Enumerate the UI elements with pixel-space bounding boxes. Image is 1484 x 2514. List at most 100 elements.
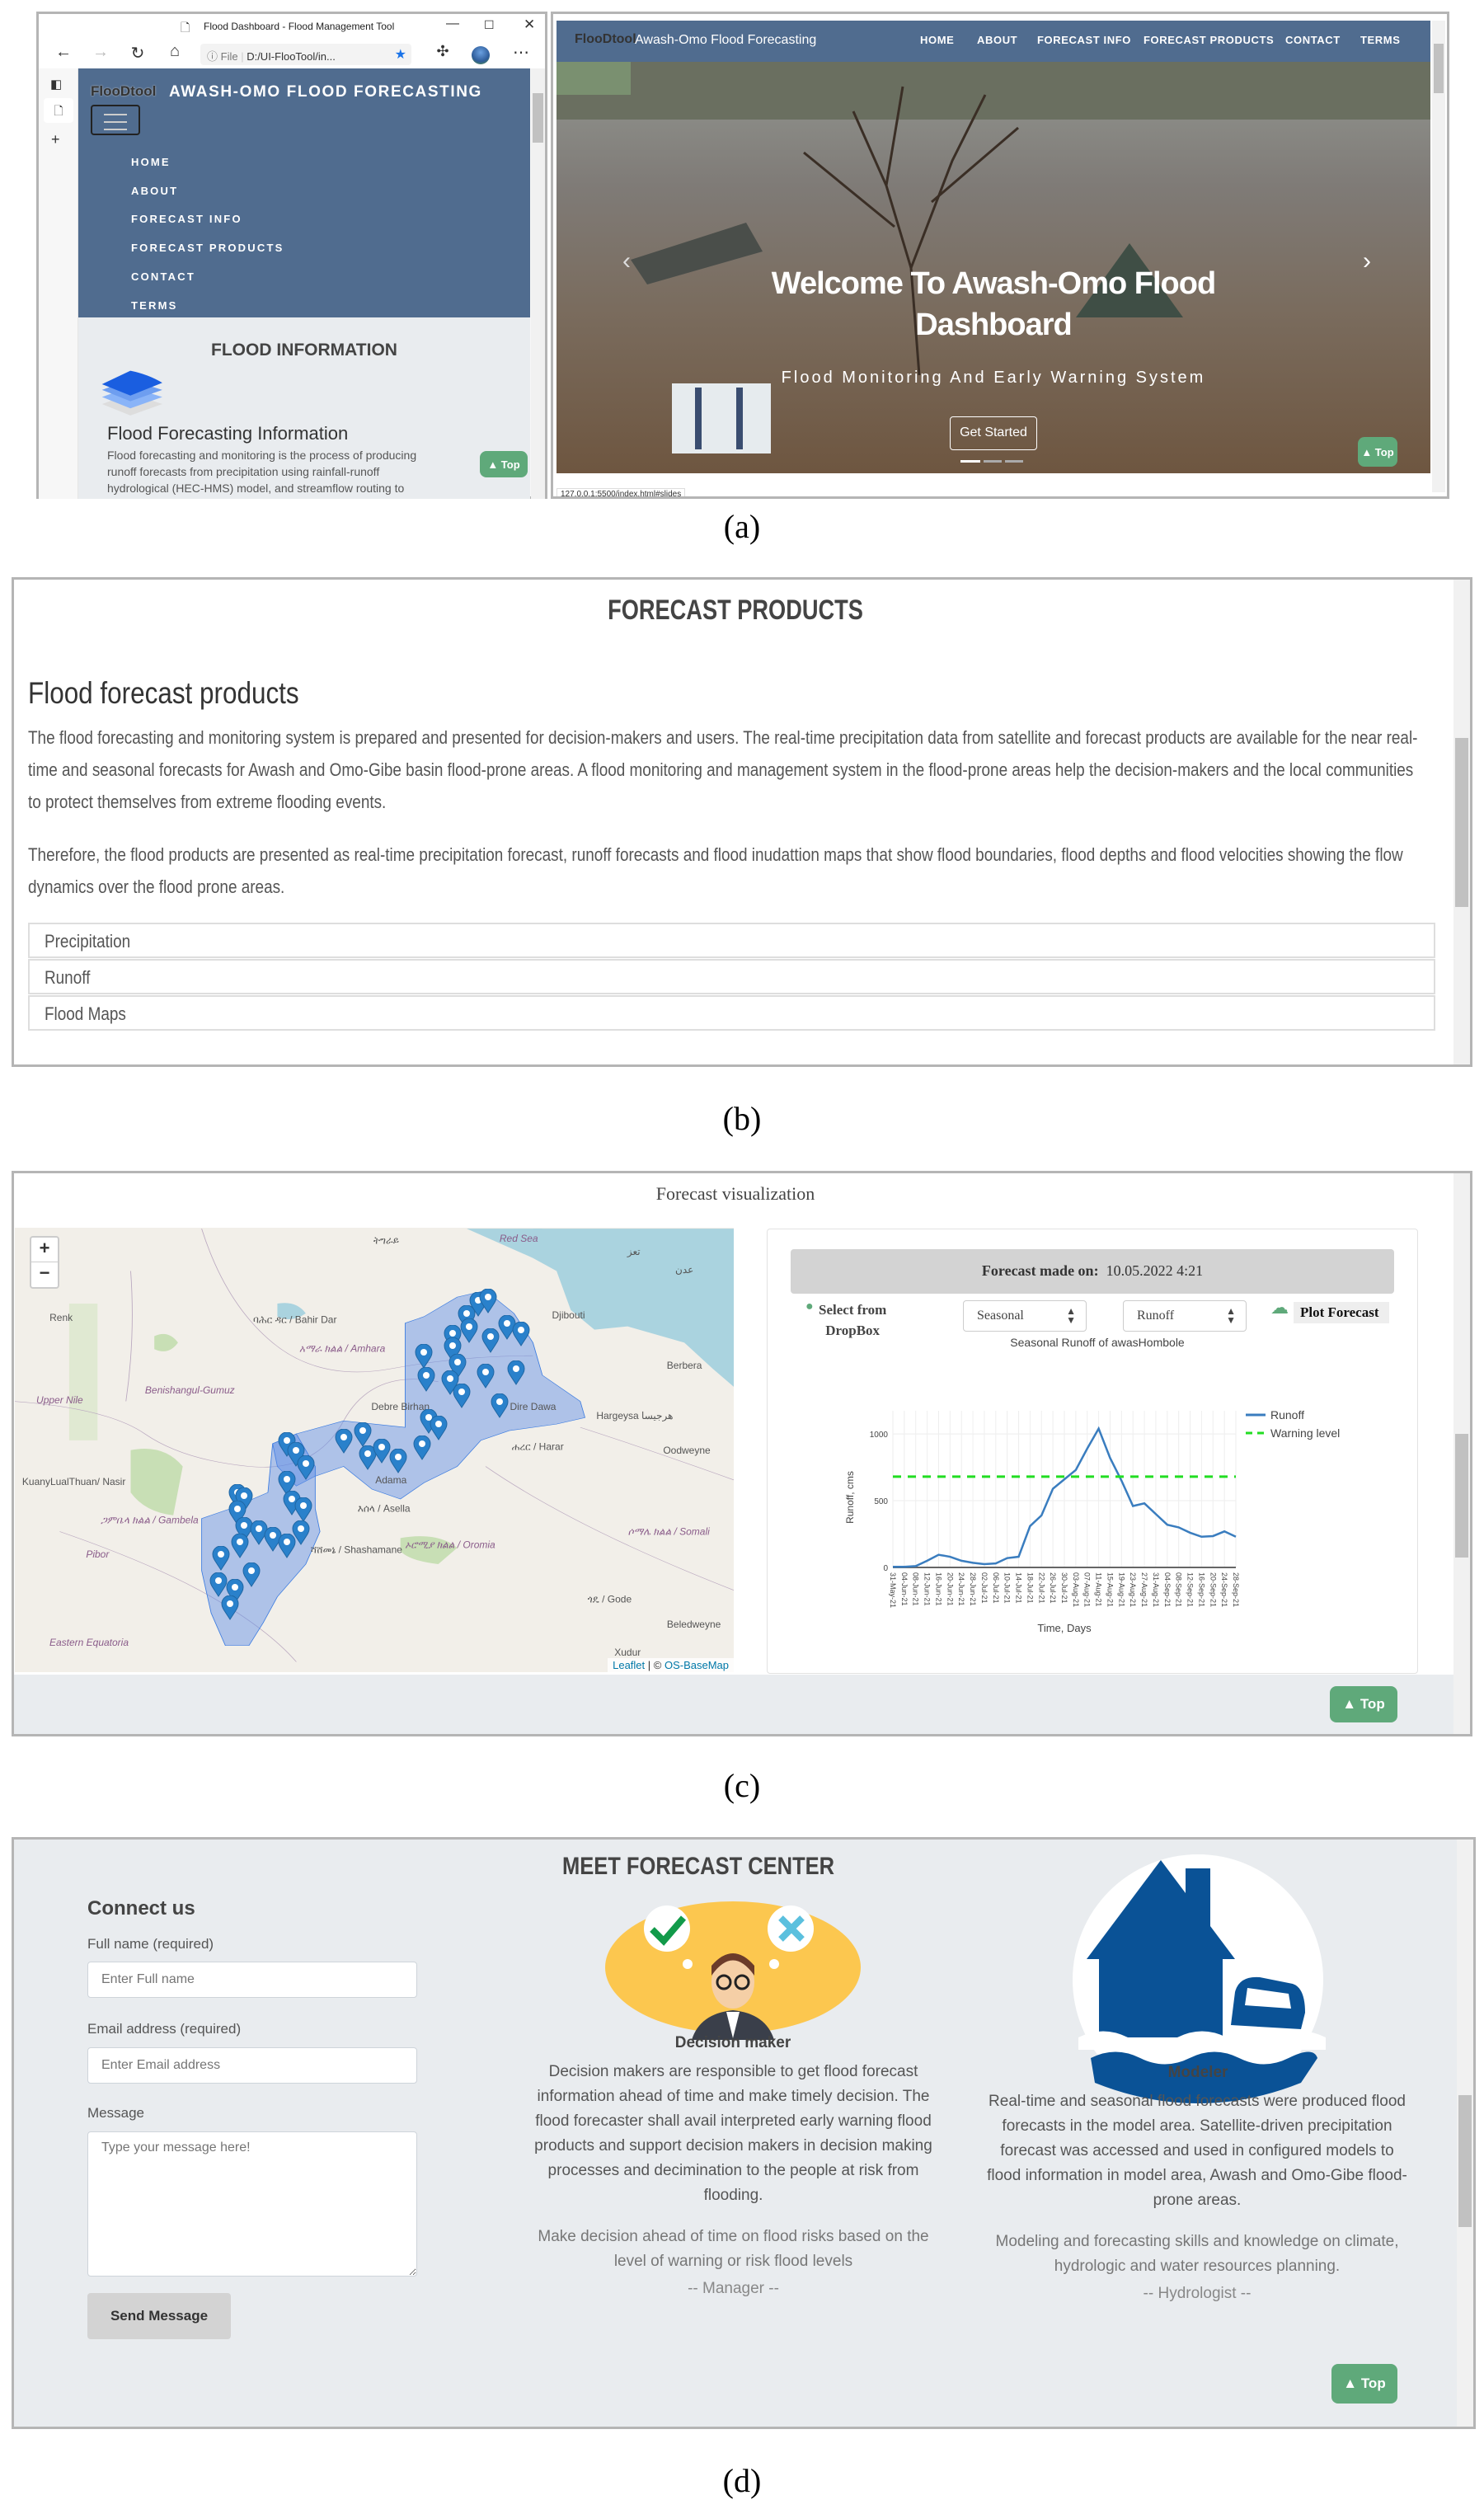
nav-forecast-info[interactable]: FORECAST INFO: [131, 213, 242, 225]
nav-terms[interactable]: TERMS: [1360, 34, 1401, 46]
hamburger-button[interactable]: [91, 105, 140, 135]
map-place-label: ሻሸመኔ / Shashamane: [310, 1544, 402, 1556]
x-axis-label: Time, Days: [1037, 1622, 1092, 1634]
map-marker-icon[interactable]: [294, 1497, 312, 1523]
new-tab-icon[interactable]: +: [51, 131, 60, 148]
product-label: Flood Maps: [45, 1003, 126, 1024]
product-item-runoff[interactable]: Runoff: [28, 959, 1435, 994]
back-to-top-button[interactable]: ▲ Top: [1358, 437, 1397, 467]
map-marker-icon[interactable]: [430, 1415, 448, 1441]
logo: FlooDtool: [91, 83, 157, 99]
map-marker-icon[interactable]: [491, 1393, 509, 1418]
leaflet-map[interactable]: Red Sea Djibouti ባሕር ዳር / Bahir Dar አማራ ክልል…: [15, 1228, 734, 1672]
profile-avatar[interactable]: [472, 46, 490, 64]
visualization-title: Forecast visualization: [655, 1183, 815, 1204]
map-marker-icon[interactable]: [292, 1520, 310, 1545]
caption-a: (a): [723, 508, 761, 545]
map-marker-icon[interactable]: [354, 1421, 372, 1448]
more-icon[interactable]: ⋯: [509, 42, 533, 63]
address-scheme: File: [220, 50, 238, 63]
carousel-indicators[interactable]: [960, 460, 1026, 463]
full-name-input[interactable]: [87, 1962, 417, 1998]
home-icon[interactable]: ⌂: [162, 42, 187, 61]
forecast-made-date: 10.05.2022 4:21: [1106, 1262, 1204, 1279]
send-message-button[interactable]: Send Message: [87, 2293, 231, 2339]
map-marker-icon[interactable]: [231, 1533, 249, 1558]
map-marker-icon[interactable]: [453, 1383, 471, 1408]
map-marker-icon[interactable]: [209, 1572, 228, 1597]
nav-forecast-info[interactable]: FORECAST INFO: [1037, 34, 1131, 46]
x-tick-label: 30-Jul-21: [1060, 1572, 1068, 1604]
x-tick-label: 24-Jun-21: [957, 1572, 965, 1606]
map-marker-icon[interactable]: [460, 1318, 478, 1343]
map-place-label: Xudur: [614, 1647, 641, 1659]
product-label: Runoff: [45, 967, 91, 988]
product-item-precipitation[interactable]: Precipitation: [28, 923, 1435, 958]
nav-home[interactable]: HOME: [920, 34, 954, 46]
tab-panel-icon[interactable]: ◧: [50, 77, 62, 92]
map-marker-icon[interactable]: [413, 1435, 431, 1460]
vertical-tabs-sidebar: ◧ 🗋 +: [39, 68, 78, 499]
map-marker-icon[interactable]: [373, 1438, 391, 1464]
x-tick-label: 10-Jul-21: [1003, 1572, 1012, 1604]
product-item-flood-maps[interactable]: Flood Maps: [28, 995, 1435, 1031]
scrollbar[interactable]: [531, 68, 545, 499]
map-marker-icon[interactable]: [507, 1360, 525, 1386]
map-marker-icon[interactable]: [335, 1428, 353, 1454]
refresh-icon[interactable]: ↻: [125, 43, 150, 63]
tab-page-icon[interactable]: 🗋: [44, 98, 73, 123]
map-marker-icon[interactable]: [242, 1562, 261, 1588]
map-marker-icon[interactable]: [512, 1321, 530, 1346]
map-place-label: Oodweyne: [663, 1444, 711, 1456]
forward-icon[interactable]: →: [88, 43, 113, 62]
runoff-chart: Seasonal Runoff of awasHombole31-May-21 0…: [844, 1336, 1340, 1634]
map-marker-icon[interactable]: [477, 1363, 495, 1389]
zoom-in-button[interactable]: +: [31, 1238, 58, 1262]
get-started-button[interactable]: Get Started: [950, 416, 1037, 450]
extensions-icon[interactable]: ✣: [430, 43, 455, 60]
zoom-out-button[interactable]: −: [31, 1262, 58, 1287]
nav-about[interactable]: ABOUT: [131, 185, 178, 197]
basemap-link[interactable]: OS-BaseMap: [665, 1659, 729, 1671]
map-marker-icon[interactable]: [389, 1448, 407, 1473]
maximize-icon[interactable]: ☐: [484, 18, 495, 32]
scrollbar[interactable]: [1453, 580, 1470, 1064]
map-place-label: ሶማሌ ክልል / Somali: [627, 1525, 710, 1538]
map-marker-icon[interactable]: [481, 1327, 500, 1353]
map-marker-icon[interactable]: [212, 1545, 230, 1572]
nav-forecast-products[interactable]: FORECAST PRODUCTS: [131, 242, 284, 254]
leaflet-link[interactable]: Leaflet: [613, 1659, 645, 1671]
address-bar[interactable]: ⓘ File | D:/UI-FlooTool/in... ★: [200, 44, 411, 65]
nav-contact[interactable]: CONTACT: [131, 270, 195, 283]
back-to-top-button[interactable]: ▲ Top: [1330, 1686, 1397, 1722]
map-marker-icon[interactable]: [297, 1454, 315, 1480]
map-marker-icon[interactable]: [479, 1288, 497, 1314]
nav-about[interactable]: ABOUT: [977, 34, 1017, 46]
decision-maker-description: Decision makers are responsible to get f…: [534, 2063, 932, 2204]
nav-home[interactable]: HOME: [131, 156, 171, 168]
forecast-chart-card: Forecast made on: 10.05.2022 4:21 ● Sele…: [767, 1229, 1418, 1674]
map-marker-icon[interactable]: [417, 1366, 435, 1392]
nav-terms[interactable]: TERMS: [131, 299, 178, 312]
email-input[interactable]: [87, 2047, 417, 2084]
x-tick-label: 31-May-21: [889, 1572, 897, 1608]
flood-information-section: FLOOD INFORMATION Flood Forecasting Info…: [78, 317, 530, 499]
modeler-name: Modeler: [1167, 2064, 1228, 2081]
x-tick-label: 18-Jul-21: [1026, 1572, 1034, 1604]
back-to-top-button[interactable]: ▲ Top: [480, 451, 528, 477]
map-marker-icon[interactable]: [221, 1595, 239, 1620]
nav-contact[interactable]: CONTACT: [1285, 34, 1341, 46]
info-line: Flood forecasting and monitoring is the …: [107, 449, 417, 462]
scrollbar[interactable]: [1457, 1840, 1473, 2427]
nav-forecast-products[interactable]: FORECAST PRODUCTS: [1144, 34, 1274, 46]
minimize-icon[interactable]: —: [446, 16, 459, 31]
back-to-top-button[interactable]: ▲ Top: [1331, 2364, 1397, 2404]
scrollbar[interactable]: [1432, 21, 1445, 492]
favorite-star-icon[interactable]: ★: [395, 46, 406, 63]
x-tick-label: 26-Jul-21: [1049, 1572, 1057, 1604]
map-marker-icon[interactable]: [415, 1343, 433, 1370]
close-icon[interactable]: ✕: [524, 16, 535, 33]
back-icon[interactable]: ←: [51, 43, 76, 62]
message-textarea[interactable]: [87, 2131, 417, 2277]
scrollbar[interactable]: [1453, 1173, 1470, 1734]
